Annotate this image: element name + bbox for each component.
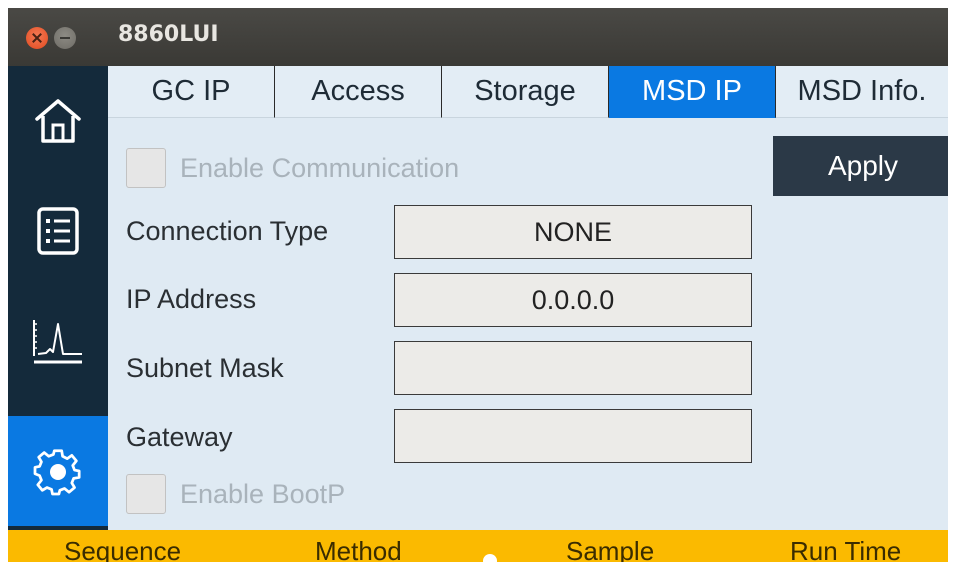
status-run-time[interactable]: Run Time: [790, 536, 901, 562]
home-icon: [35, 99, 81, 143]
gear-icon: [33, 449, 81, 496]
tab-storage[interactable]: Storage: [442, 66, 609, 118]
sidebar: [8, 66, 108, 530]
tab-bar: GC IP Access Storage MSD IP MSD Info.: [108, 66, 948, 118]
status-indicator-icon: [483, 554, 497, 562]
enable-bootp-checkbox[interactable]: [126, 474, 166, 514]
status-method[interactable]: Method: [315, 536, 402, 562]
tab-msd-ip[interactable]: MSD IP: [609, 66, 776, 118]
title-bar: 8860LUI: [8, 8, 948, 66]
minimize-window-button[interactable]: [54, 27, 76, 49]
apply-button[interactable]: Apply: [773, 136, 948, 196]
tab-access[interactable]: Access: [275, 66, 442, 118]
enable-bootp-label: Enable BootP: [180, 478, 346, 509]
chromatogram-icon: [33, 320, 82, 364]
ip-address-field[interactable]: 0.0.0.0: [394, 273, 752, 327]
connection-type-label: Connection Type: [126, 216, 329, 246]
ip-address-label: IP Address: [126, 284, 257, 314]
close-window-button[interactable]: [26, 27, 48, 49]
tab-gc-ip[interactable]: GC IP: [108, 66, 275, 118]
status-sample[interactable]: Sample: [566, 536, 654, 562]
sidebar-item-chromatogram[interactable]: [8, 286, 108, 396]
status-sequence[interactable]: Sequence: [64, 536, 181, 562]
tab-msd-info[interactable]: MSD Info.: [776, 66, 948, 118]
sidebar-item-list[interactable]: [8, 176, 108, 286]
enable-bootp-row: Enable BootP: [126, 474, 345, 514]
enable-communication-row: Enable Communication: [126, 148, 459, 188]
enable-communication-label: Enable Communication: [180, 152, 460, 183]
connection-type-select[interactable]: NONE: [394, 205, 752, 259]
app-window: 8860LUI GC IP Access Storage MSD IP MSD …: [8, 8, 948, 562]
window-title: 8860LUI: [118, 22, 219, 47]
subnet-mask-field[interactable]: [394, 341, 752, 395]
subnet-mask-label: Subnet Mask: [126, 353, 284, 383]
sidebar-item-home[interactable]: [8, 66, 108, 176]
gateway-label: Gateway: [126, 422, 233, 452]
status-bar: Sequence Method Sample Run Time: [8, 530, 948, 562]
sidebar-item-settings[interactable]: [8, 416, 108, 526]
gateway-field[interactable]: [394, 409, 752, 463]
msd-ip-panel: Enable Communication Apply Connection Ty…: [108, 118, 948, 530]
enable-communication-checkbox[interactable]: [126, 148, 166, 188]
list-icon: [37, 207, 79, 255]
